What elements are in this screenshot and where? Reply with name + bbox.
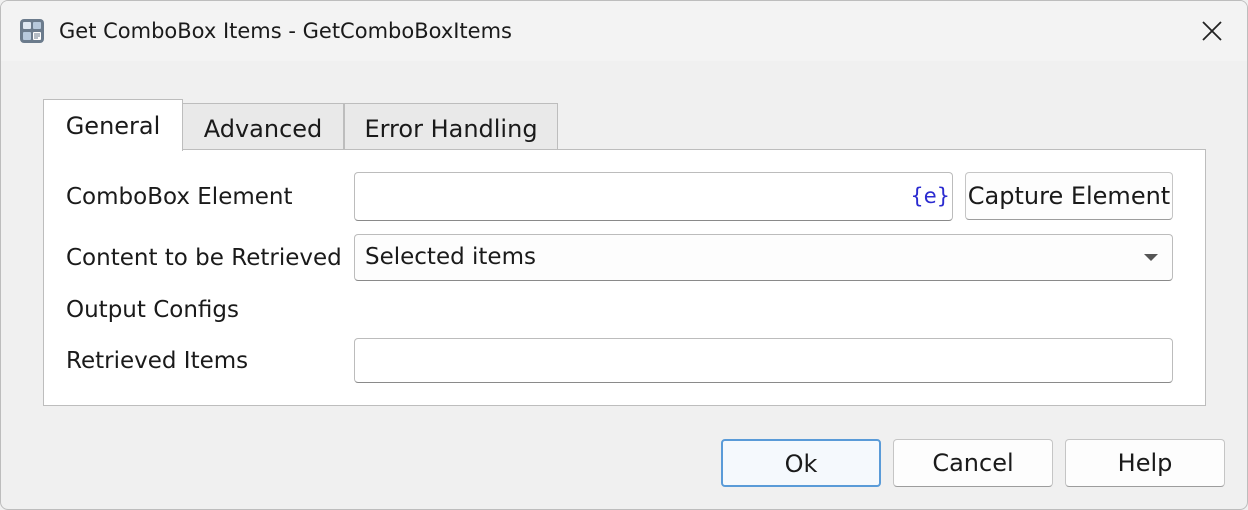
tab-general[interactable]: General: [43, 99, 183, 151]
content-retrieved-select[interactable]: Selected items: [354, 234, 1173, 281]
retrieved-items-label: Retrieved Items: [66, 348, 249, 374]
tab-label: Error Handling: [364, 115, 538, 143]
expression-icon[interactable]: {e}: [910, 183, 950, 209]
combobox-element-field[interactable]: {e}: [354, 172, 953, 221]
content-retrieved-label: Content to be Retrieved: [66, 245, 342, 271]
close-icon: [1202, 21, 1222, 41]
retrieved-items-field[interactable]: [354, 338, 1173, 383]
cancel-button[interactable]: Cancel: [893, 439, 1053, 487]
tab-label: Advanced: [203, 115, 323, 143]
close-button[interactable]: [1177, 1, 1247, 61]
chevron-down-icon: [1144, 254, 1158, 261]
content-retrieved-value: Selected items: [365, 244, 536, 270]
help-button[interactable]: Help: [1065, 439, 1225, 487]
output-configs-heading: Output Configs: [66, 297, 239, 323]
tab-advanced[interactable]: Advanced: [182, 103, 344, 149]
tab-label: General: [65, 112, 161, 140]
workflow-app-icon: [19, 18, 45, 44]
window-title: Get ComboBox Items - GetComboBoxItems: [59, 19, 512, 43]
dialog-window: Get ComboBox Items - GetComboBoxItems Ge…: [0, 0, 1248, 510]
capture-element-button[interactable]: Capture Element: [965, 172, 1173, 220]
ok-button[interactable]: Ok: [721, 439, 881, 487]
tab-error-handling[interactable]: Error Handling: [344, 103, 558, 149]
title-bar: Get ComboBox Items - GetComboBoxItems: [1, 1, 1247, 61]
combobox-element-label: ComboBox Element: [66, 184, 293, 210]
general-panel: ComboBox Element {e} Capture Element Con…: [43, 149, 1206, 406]
